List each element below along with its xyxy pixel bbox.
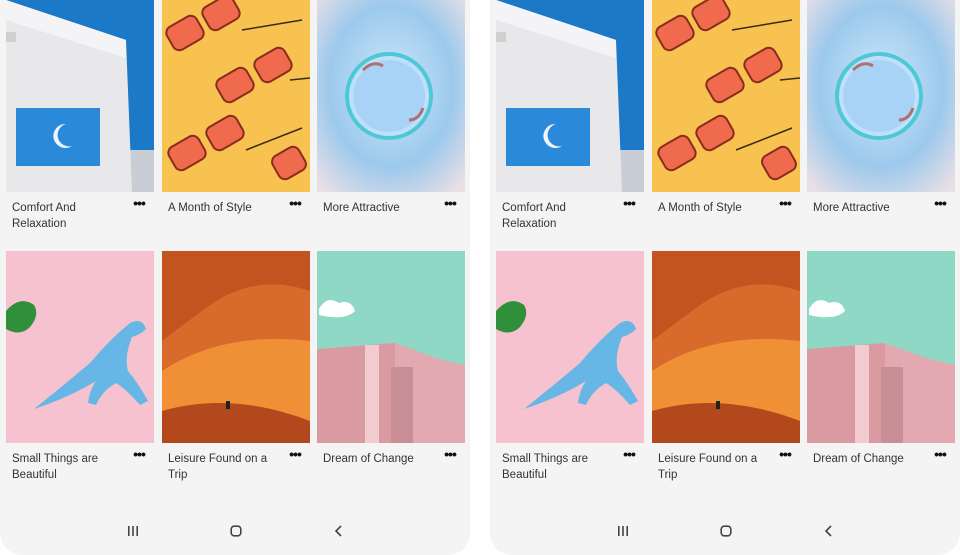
pink-building-image [807,251,955,443]
bubble-image [807,0,955,192]
home-icon[interactable] [221,525,251,549]
screen-right: Comfort And Relaxation ••• A Month of St… [490,0,960,555]
toy-dinosaur-image [496,251,644,443]
recents-icon[interactable] [608,525,638,549]
more-dots-icon[interactable]: ••• [128,447,150,462]
more-dots-icon[interactable]: ••• [618,196,640,211]
theme-title: Leisure Found on a Trip [658,453,758,481]
white-building-image [6,0,154,192]
recents-icon[interactable] [118,525,148,549]
more-dots-icon[interactable]: ••• [284,196,306,211]
theme-thumbnail[interactable] [317,0,465,192]
theme-thumbnail[interactable] [162,251,310,443]
theme-title: More Attractive [323,202,400,214]
more-dots-icon[interactable]: ••• [284,447,306,462]
theme-title: Small Things are Beautiful [12,453,99,481]
more-dots-icon[interactable]: ••• [929,447,951,462]
theme-title: A Month of Style [168,202,252,214]
theme-thumbnail[interactable] [162,0,310,192]
more-dots-icon[interactable]: ••• [439,196,461,211]
theme-title: Comfort And Relaxation [502,202,566,230]
theme-title: Comfort And Relaxation [12,202,76,230]
theme-thumbnail[interactable] [807,0,955,192]
white-building-image [496,0,644,192]
more-dots-icon[interactable]: ••• [128,196,150,211]
theme-thumbnail[interactable] [317,251,465,443]
theme-thumbnail[interactable] [496,0,644,192]
theme-title: Dream of Change [813,453,904,465]
more-dots-icon[interactable]: ••• [774,196,796,211]
theme-title: Dream of Change [323,453,414,465]
bubble-image [317,0,465,192]
sand-dunes-image [652,251,800,443]
toy-dinosaur-image [6,251,154,443]
screen-left: Comfort And Relaxation ••• A Month of St… [0,0,470,555]
theme-title: Small Things are Beautiful [502,453,589,481]
back-icon[interactable] [814,525,844,549]
theme-thumbnail[interactable] [652,251,800,443]
pink-building-image [317,251,465,443]
theme-title: More Attractive [813,202,890,214]
sunglasses-image [162,0,310,192]
navigation-bar [0,509,470,555]
more-dots-icon[interactable]: ••• [439,447,461,462]
theme-thumbnail[interactable] [6,0,154,192]
home-icon[interactable] [711,525,741,549]
more-dots-icon[interactable]: ••• [929,196,951,211]
more-dots-icon[interactable]: ••• [618,447,640,462]
back-icon[interactable] [324,525,354,549]
theme-thumbnail[interactable] [807,251,955,443]
theme-thumbnail[interactable] [496,251,644,443]
theme-title: Leisure Found on a Trip [168,453,268,481]
sunglasses-image [652,0,800,192]
theme-thumbnail[interactable] [6,251,154,443]
theme-thumbnail[interactable] [652,0,800,192]
theme-title: A Month of Style [658,202,742,214]
more-dots-icon[interactable]: ••• [774,447,796,462]
navigation-bar [490,509,960,555]
sand-dunes-image [162,251,310,443]
